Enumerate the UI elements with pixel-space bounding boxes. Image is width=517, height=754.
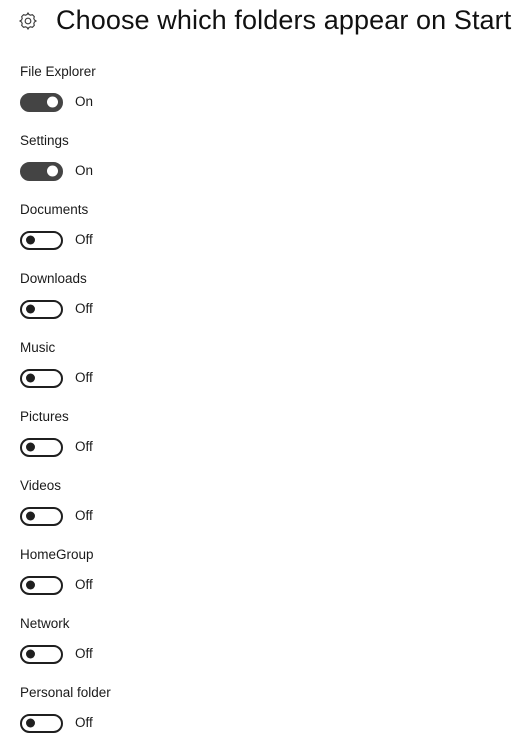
setting-label-settings: Settings (20, 133, 69, 148)
setting-label-pictures: Pictures (20, 409, 69, 424)
toggle-knob-file-explorer (47, 96, 58, 108)
setting-row-file-explorer: File Explorer On (20, 64, 517, 133)
toggle-knob-pictures (26, 442, 35, 452)
page-title: Choose which folders appear on Start (56, 5, 512, 35)
toggle-music[interactable] (20, 368, 63, 388)
toggle-knob-personal-folder (26, 718, 35, 728)
setting-control-music: Off (20, 368, 517, 388)
setting-control-videos: Off (20, 506, 517, 526)
toggle-state-label-homegroup: Off (75, 577, 93, 592)
setting-control-documents: Off (20, 230, 517, 250)
toggle-homegroup[interactable] (20, 575, 63, 595)
toggle-state-label-file-explorer: On (75, 94, 94, 109)
setting-row-downloads: Downloads Off (20, 271, 517, 340)
toggle-settings[interactable] (20, 161, 63, 181)
toggle-knob-settings (47, 165, 58, 177)
setting-row-videos: Videos Off (20, 478, 517, 547)
toggle-knob-homegroup (26, 580, 35, 590)
toggle-network[interactable] (20, 644, 63, 664)
toggle-state-label-music: Off (75, 370, 93, 385)
toggle-state-label-network: Off (75, 646, 93, 661)
toggle-pictures[interactable] (20, 437, 63, 457)
toggle-knob-videos (26, 511, 35, 521)
folder-settings-list: File Explorer On Settings On Documents Off Dow… (0, 64, 517, 754)
setting-label-documents: Documents (20, 202, 89, 217)
setting-label-personal-folder: Personal folder (20, 685, 111, 700)
setting-control-settings: On (20, 161, 517, 181)
toggle-state-label-videos: Off (75, 508, 93, 523)
setting-control-downloads: Off (20, 299, 517, 319)
setting-label-file-explorer: File Explorer (20, 64, 96, 79)
toggle-state-label-personal-folder: Off (75, 715, 93, 730)
setting-row-personal-folder: Personal folder Off (20, 685, 517, 754)
setting-control-personal-folder: Off (20, 713, 517, 733)
setting-row-homegroup: HomeGroup Off (20, 547, 517, 616)
toggle-state-label-documents: Off (75, 232, 93, 247)
toggle-state-label-settings: On (75, 163, 94, 178)
toggle-file-explorer[interactable] (20, 92, 63, 112)
setting-label-music: Music (20, 340, 56, 355)
setting-control-homegroup: Off (20, 575, 517, 595)
setting-label-downloads: Downloads (20, 271, 87, 286)
setting-label-homegroup: HomeGroup (20, 547, 94, 562)
setting-row-documents: Documents Off (20, 202, 517, 271)
toggle-state-label-pictures: Off (75, 439, 93, 454)
toggle-downloads[interactable] (20, 299, 63, 319)
setting-control-pictures: Off (20, 437, 517, 457)
page-header: Choose which folders appear on Start (0, 0, 517, 40)
toggle-knob-downloads (26, 304, 35, 314)
toggle-knob-network (26, 649, 35, 659)
setting-label-videos: Videos (20, 478, 62, 493)
toggle-knob-documents (26, 235, 35, 245)
setting-control-file-explorer: On (20, 92, 517, 112)
toggle-state-label-downloads: Off (75, 301, 93, 316)
setting-label-network: Network (20, 616, 70, 631)
setting-control-network: Off (20, 644, 517, 664)
toggle-videos[interactable] (20, 506, 63, 526)
setting-row-settings: Settings On (20, 133, 517, 202)
toggle-knob-music (26, 373, 35, 383)
setting-row-pictures: Pictures Off (20, 409, 517, 478)
setting-row-network: Network Off (20, 616, 517, 685)
toggle-personal-folder[interactable] (20, 713, 63, 733)
setting-row-music: Music Off (20, 340, 517, 409)
toggle-documents[interactable] (20, 230, 63, 250)
gear-icon (17, 8, 39, 32)
